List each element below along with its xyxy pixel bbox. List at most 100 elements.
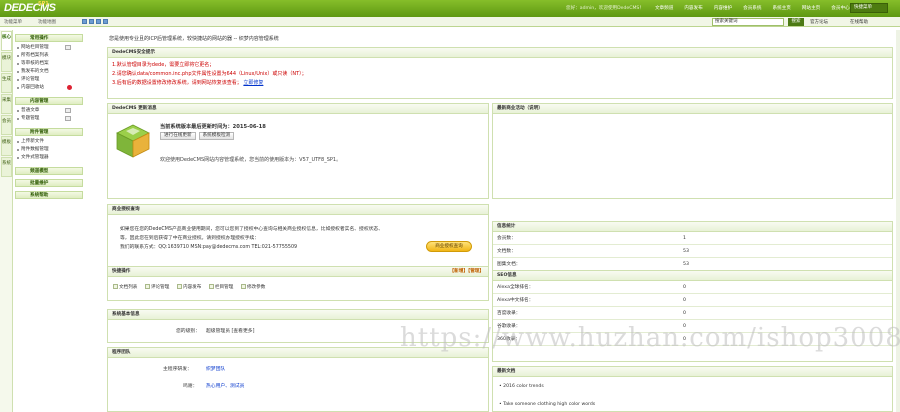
quick-ops-panel: 快捷操作 【新增】【管理】 文档列表 评论管理 内容发布 栏目管理 修改参数 bbox=[107, 266, 489, 301]
seo-row: Alexa全球排名： 0 bbox=[493, 281, 892, 294]
update-title: DedeCMS 更新消息 bbox=[108, 104, 488, 114]
news-title: 最新商业活动（说明） bbox=[493, 104, 892, 114]
security-warning-1: 1.默认管理目录为dede，需要立即将它更名； bbox=[112, 62, 215, 68]
menu-item-file-manager[interactable]: 文件式管理器 bbox=[15, 154, 83, 162]
top-link-maintain[interactable]: 内容维护 bbox=[714, 5, 732, 11]
menu-section-common[interactable]: 常用操作 bbox=[15, 34, 83, 42]
quick-link-comments[interactable]: 评论管理 bbox=[144, 284, 169, 290]
update-date: 当前系统版本最后更新时间为：2015-06-18 bbox=[160, 124, 266, 130]
latest-docs-title: 最新文档 bbox=[493, 367, 892, 377]
team-label-2: 鸣谢： bbox=[183, 384, 198, 389]
function-menu-link[interactable]: 功能菜单 bbox=[4, 19, 22, 25]
window-icon[interactable] bbox=[96, 19, 101, 24]
security-warning-2: 2.请您确认data/common.inc.php文件属性设置为644（Linu… bbox=[112, 71, 307, 77]
seo-title: SEO信息 bbox=[493, 271, 892, 281]
vtab-generate[interactable]: 生成 bbox=[1, 73, 12, 93]
breadcrumb: 您是使用专业且的ICP后管理系统，较快捷站的网站的器 -- 织梦内容管理系统 bbox=[109, 36, 279, 42]
add-icon[interactable] bbox=[65, 116, 71, 121]
official-forum-link[interactable]: 官方论坛 bbox=[810, 19, 828, 25]
menu-item-comments[interactable]: 评论管理 bbox=[15, 76, 83, 84]
top-link-system-home[interactable]: 系统主页 bbox=[773, 5, 791, 11]
top-link-member-center[interactable]: 会员中心 bbox=[831, 5, 849, 11]
vtab-core[interactable]: 核心 bbox=[1, 31, 12, 51]
menu-item-my-docs[interactable]: 我发布的文档 bbox=[15, 68, 83, 76]
top-links: 您好：admin，欢迎使用DedeCMS！ 文章频道 内容发布 内容维护 会员系… bbox=[566, 5, 870, 11]
sysinfo-value[interactable]: 超级管理员 [查看更多] bbox=[206, 327, 254, 334]
security-warning-3: 3.后有后的数据设置修改修改系统，请到网站恢复该查看； 立即修复 bbox=[112, 80, 264, 86]
team-value-1[interactable]: 织梦团队 bbox=[206, 365, 225, 372]
security-title: DedeCMS安全提示 bbox=[108, 48, 892, 58]
quick-ops-links[interactable]: 【新增】【管理】 bbox=[450, 267, 484, 277]
quick-link-publish[interactable]: 内容发布 bbox=[176, 284, 201, 290]
business-title: 商业授权查询 bbox=[108, 205, 488, 215]
main-content: 您是使用专业且的ICP后管理系统，较快捷站的网站的器 -- 织梦内容管理系统 D… bbox=[104, 30, 896, 412]
vtab-member[interactable]: 会员 bbox=[1, 115, 12, 135]
menu-section-content[interactable]: 内容管理 bbox=[15, 97, 83, 105]
menu-section-channel[interactable]: 频道模型 bbox=[15, 167, 83, 175]
stats-title: 信息统计 bbox=[493, 222, 892, 232]
latest-docs-panel: 最新文档 • 2016 color trends • Take someone … bbox=[492, 366, 893, 412]
menu-section-help[interactable]: 系统帮助 bbox=[15, 191, 83, 199]
license-query-button[interactable]: 商业授权查询 bbox=[426, 241, 472, 252]
menu-item-upload[interactable]: 上传新文件 bbox=[15, 138, 83, 146]
security-panel: DedeCMS安全提示 1.默认管理目录为dede，需要立即将它更名； 2.请您… bbox=[107, 47, 893, 99]
menu-section-attach[interactable]: 附件管理 bbox=[15, 128, 83, 136]
quick-menu-button[interactable]: 快捷菜单 bbox=[850, 3, 888, 13]
vertical-scrollbar[interactable] bbox=[896, 30, 900, 412]
logo-version: SP1 bbox=[38, 1, 49, 7]
quick-link-doc-list[interactable]: 文档列表 bbox=[113, 284, 137, 290]
vtab-template[interactable]: 模板 bbox=[1, 136, 12, 156]
team-value-2[interactable]: 热心用户、测试员 bbox=[206, 382, 244, 389]
vtab-system[interactable]: 系统 bbox=[1, 157, 12, 177]
seo-row: 百度收录： 0 bbox=[493, 307, 892, 320]
welcome-text: 您好：admin，欢迎使用DedeCMS！ bbox=[566, 6, 644, 11]
window-icon[interactable] bbox=[89, 19, 94, 24]
window-icon[interactable] bbox=[82, 19, 87, 24]
left-menu: 常用操作 网站栏目管理 所有档案列表 等审核的档案 我发布的文档 评论管理 内容… bbox=[15, 30, 83, 412]
vtab-collect[interactable]: 采集 bbox=[1, 94, 12, 114]
vertical-tabs: 核心 模块 生成 采集 会员 模板 系统 bbox=[0, 30, 13, 412]
top-link-member[interactable]: 会员系统 bbox=[743, 5, 761, 11]
top-link-article[interactable]: 文章频道 bbox=[655, 5, 673, 11]
update-welcome: 欢迎使用DedeCMS网站内容管理系统，您当前的使用版本为：V57_UTF8_S… bbox=[160, 157, 342, 163]
menu-section-batch[interactable]: 批量维护 bbox=[15, 179, 83, 187]
fix-link[interactable]: 立即修复 bbox=[243, 80, 263, 86]
menu-item-all-docs[interactable]: 所有档案列表 bbox=[15, 52, 83, 60]
latest-doc-item[interactable]: • 2016 color trends bbox=[499, 384, 544, 389]
template-check-button[interactable]: 系统模板检测 bbox=[198, 132, 235, 140]
recycle-icon bbox=[67, 85, 72, 90]
menu-item-article[interactable]: 普通文章 bbox=[15, 107, 83, 115]
add-icon[interactable] bbox=[65, 108, 71, 113]
add-icon[interactable] bbox=[65, 45, 71, 50]
sysinfo-title: 系统基本信息 bbox=[108, 310, 488, 320]
menu-item-column[interactable]: 网站栏目管理 bbox=[15, 44, 83, 52]
update-panel: DedeCMS 更新消息 当前系统版本最后更新时间为：2015-06-18 进行… bbox=[107, 103, 489, 199]
online-update-button[interactable]: 进行在线更新 bbox=[160, 132, 196, 140]
watermark-text: https://www.huzhan.com/ishop30083 bbox=[400, 323, 900, 353]
quick-ops-list: 文档列表 评论管理 内容发布 栏目管理 修改参数 bbox=[108, 277, 488, 297]
top-link-publish[interactable]: 内容发布 bbox=[684, 5, 702, 11]
top-bar: DEDECMS SP1 您好：admin，欢迎使用DedeCMS！ 文章频道 内… bbox=[0, 0, 900, 17]
seo-row: Alexa中文排名： 0 bbox=[493, 294, 892, 307]
business-text: 如果您在您的DedeCMS产品商业使用期间，您可以您到了授权中心查询与相关商业授… bbox=[120, 227, 384, 250]
menu-item-special[interactable]: 专题管理 bbox=[15, 115, 83, 123]
sysinfo-label: 您的级别： bbox=[176, 329, 200, 334]
team-panel: 程序团队 主程序研发： 织梦团队 鸣谢： 热心用户、测试员 bbox=[107, 347, 489, 412]
stat-row: 文档数： 53 bbox=[493, 245, 892, 258]
latest-doc-item[interactable]: • Take someone clothing high color words bbox=[499, 402, 595, 407]
quick-link-columns[interactable]: 栏目管理 bbox=[208, 284, 233, 290]
vtab-module[interactable]: 模块 bbox=[1, 52, 12, 72]
menu-item-pending[interactable]: 等审核的档案 bbox=[15, 60, 83, 68]
function-map-link[interactable]: 功能地图 bbox=[38, 19, 56, 25]
menu-item-attach-data[interactable]: 附件数据管理 bbox=[15, 146, 83, 154]
window-icon[interactable] bbox=[103, 19, 108, 24]
menu-item-recycle[interactable]: 内容回收站 bbox=[15, 84, 83, 92]
top-link-site-home[interactable]: 网站主页 bbox=[802, 5, 820, 11]
quick-ops-title: 快捷操作 【新增】【管理】 bbox=[108, 267, 488, 277]
search-button[interactable]: 搜索 bbox=[788, 18, 804, 26]
quick-link-settings[interactable]: 修改参数 bbox=[240, 284, 265, 290]
search-input[interactable]: 搜索关键词 bbox=[712, 18, 784, 26]
online-help-link[interactable]: 在线帮助 bbox=[850, 19, 868, 25]
box-logo-icon bbox=[116, 124, 150, 158]
team-label-1: 主程序研发： bbox=[163, 367, 192, 372]
